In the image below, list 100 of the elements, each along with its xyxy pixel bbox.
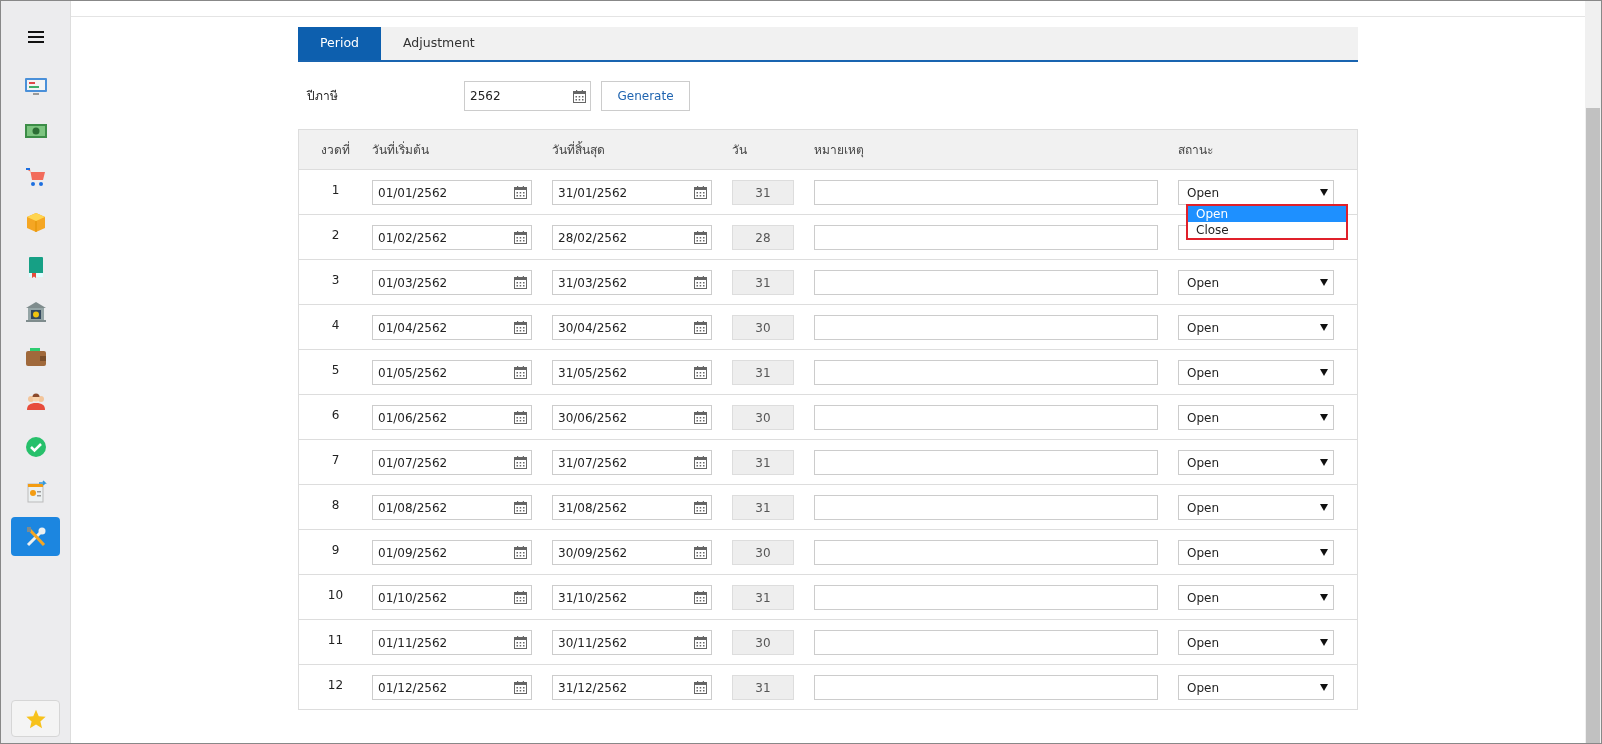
calendar-icon[interactable]: [514, 681, 527, 694]
status-select[interactable]: Open: [1178, 495, 1334, 520]
date-field[interactable]: 31/12/2562: [552, 675, 712, 700]
table-cell-text: 5: [330, 362, 341, 379]
note-field[interactable]: [814, 270, 1158, 295]
status-select[interactable]: Open: [1178, 675, 1334, 700]
calendar-icon[interactable]: [573, 89, 586, 103]
note-field[interactable]: [814, 405, 1158, 430]
tab[interactable]: Period: [298, 27, 381, 60]
status-select[interactable]: Open: [1178, 630, 1334, 655]
calendar-icon[interactable]: [694, 591, 707, 604]
table-cell-text: 7: [330, 452, 341, 469]
calendar-icon[interactable]: [514, 636, 527, 649]
status-select[interactable]: Open: [1178, 585, 1334, 610]
tab[interactable]: Adjustment: [381, 27, 497, 60]
caret-icon: [1320, 414, 1328, 421]
calendar-icon[interactable]: [514, 411, 527, 424]
menu-icon[interactable]: [27, 31, 44, 43]
caret-icon: [1320, 279, 1328, 286]
table-cell-text: 9: [330, 542, 341, 559]
date-field[interactable]: 31/01/2562: [552, 180, 712, 205]
days-field: 31: [732, 360, 794, 385]
date-field[interactable]: 30/09/2562: [552, 540, 712, 565]
calendar-icon[interactable]: [514, 591, 527, 604]
date-field[interactable]: 31/08/2562: [552, 495, 712, 520]
calendar-icon[interactable]: [694, 321, 707, 334]
note-field[interactable]: [814, 495, 1158, 520]
date-field[interactable]: 01/08/2562: [372, 495, 532, 520]
calendar-icon[interactable]: [694, 366, 707, 379]
note-field[interactable]: [814, 585, 1158, 610]
note-field[interactable]: [814, 315, 1158, 340]
calendar-icon[interactable]: [694, 411, 707, 424]
date-field[interactable]: 01/07/2562: [372, 450, 532, 475]
date-field[interactable]: 30/06/2562: [552, 405, 712, 430]
date-field[interactable]: 01/09/2562: [372, 540, 532, 565]
status-select[interactable]: Open: [1178, 405, 1334, 430]
calendar-icon[interactable]: [514, 456, 527, 469]
date-field[interactable]: 01/11/2562: [372, 630, 532, 655]
calendar-icon[interactable]: [694, 231, 707, 244]
date-field[interactable]: 2562: [464, 81, 591, 111]
date-field[interactable]: 01/02/2562: [372, 225, 532, 250]
calendar-icon[interactable]: [514, 366, 527, 379]
table-cell-text: 4: [330, 317, 341, 334]
date-field[interactable]: 01/04/2562: [372, 315, 532, 340]
status-select[interactable]: Open: [1178, 315, 1334, 340]
calendar-icon[interactable]: [694, 186, 707, 199]
column-header: วัน: [732, 141, 748, 159]
calendar-icon[interactable]: [514, 186, 527, 199]
calendar-icon[interactable]: [514, 231, 527, 244]
calendar-icon[interactable]: [694, 276, 707, 289]
generate-button[interactable]: Generate: [601, 81, 690, 111]
status-select[interactable]: Open: [1178, 540, 1334, 565]
date-field[interactable]: 30/11/2562: [552, 630, 712, 655]
date-field[interactable]: 31/10/2562: [552, 585, 712, 610]
calendar-icon[interactable]: [514, 546, 527, 559]
table-cell-text: 6: [330, 407, 341, 424]
check-circle-icon[interactable]: [23, 434, 48, 459]
note-field[interactable]: [814, 225, 1158, 250]
calendar-icon[interactable]: [694, 456, 707, 469]
column-header: หมายเหตุ: [814, 141, 865, 159]
date-field[interactable]: 01/10/2562: [372, 585, 532, 610]
note-field[interactable]: [814, 450, 1158, 475]
table-cell-text: 11: [326, 632, 345, 649]
status-select[interactable]: Open: [1178, 450, 1334, 475]
days-field: 30: [732, 315, 794, 340]
note-field[interactable]: [814, 360, 1158, 385]
date-field[interactable]: 01/06/2562: [372, 405, 532, 430]
calendar-icon[interactable]: [694, 636, 707, 649]
status-select[interactable]: Open: [1178, 360, 1334, 385]
scrollbar[interactable]: [1585, 1, 1601, 743]
note-field[interactable]: [814, 675, 1158, 700]
table-cell-text: 12: [326, 677, 345, 694]
calendar-icon[interactable]: [514, 321, 527, 334]
date-field[interactable]: 31/05/2562: [552, 360, 712, 385]
days-field: 28: [732, 225, 794, 250]
date-field[interactable]: 31/03/2562: [552, 270, 712, 295]
days-field: 31: [732, 495, 794, 520]
caret-icon: [1320, 639, 1328, 646]
calendar-icon[interactable]: [694, 546, 707, 559]
bank-icon[interactable]: [23, 299, 48, 324]
caret-icon: [1320, 594, 1328, 601]
status-select[interactable]: Open: [1178, 180, 1334, 205]
note-field[interactable]: [814, 540, 1158, 565]
date-field[interactable]: 30/04/2562: [552, 315, 712, 340]
note-field[interactable]: [814, 180, 1158, 205]
calendar-icon[interactable]: [514, 501, 527, 514]
note-field[interactable]: [814, 630, 1158, 655]
date-field[interactable]: 01/05/2562: [372, 360, 532, 385]
dropdown-option[interactable]: Close: [1188, 222, 1346, 238]
calendar-icon[interactable]: [514, 276, 527, 289]
table-cell-text: 3: [330, 272, 341, 289]
date-field[interactable]: 01/12/2562: [372, 675, 532, 700]
calendar-icon[interactable]: [694, 681, 707, 694]
days-field: 31: [732, 270, 794, 295]
date-field[interactable]: 01/03/2562: [372, 270, 532, 295]
date-field[interactable]: 01/01/2562: [372, 180, 532, 205]
date-field[interactable]: 31/07/2562: [552, 450, 712, 475]
date-field[interactable]: 28/02/2562: [552, 225, 712, 250]
status-select[interactable]: Open: [1178, 270, 1334, 295]
calendar-icon[interactable]: [694, 501, 707, 514]
